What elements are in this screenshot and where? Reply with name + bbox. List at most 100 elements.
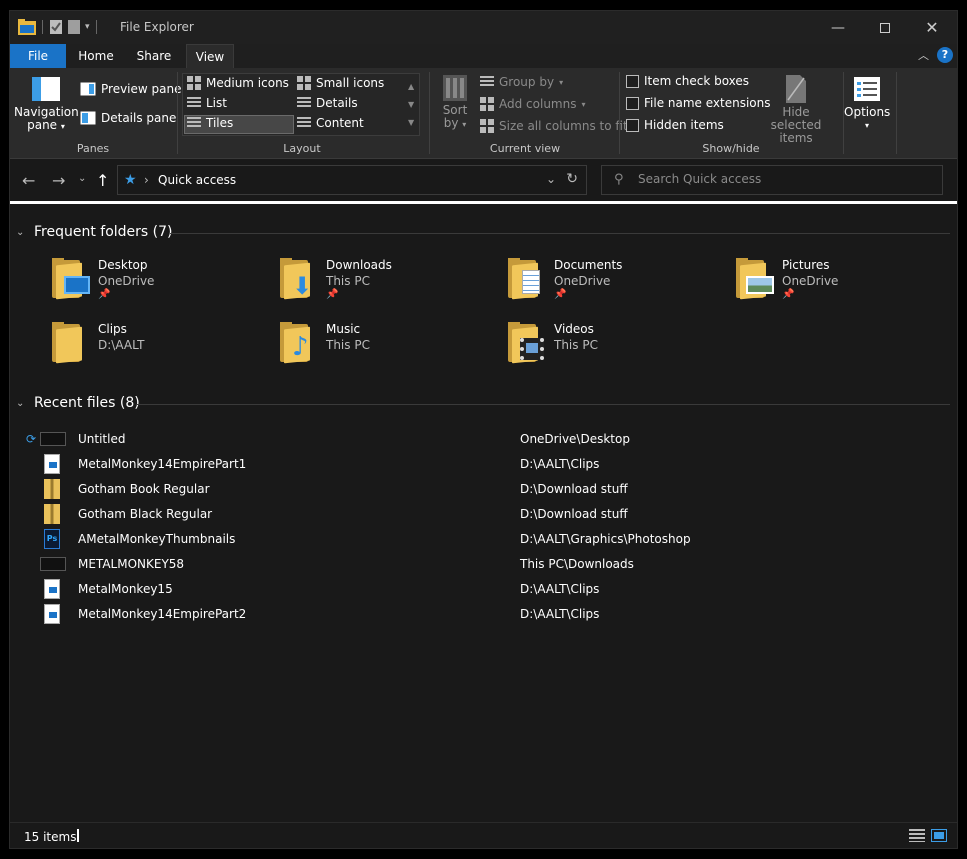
file-name-extensions-toggle[interactable]: File name extensions (626, 96, 771, 110)
folder-tile-clips[interactable]: Clips D:\AALT (52, 320, 272, 376)
status-bar: 15 items (10, 822, 957, 848)
breadcrumb-chevron-icon[interactable]: › (144, 173, 149, 187)
layout-tiles[interactable]: Tiles (187, 116, 233, 130)
group-by-button[interactable]: Group by ▾ (480, 75, 563, 89)
tab-home[interactable]: Home (70, 44, 122, 68)
properties-icon[interactable] (49, 19, 63, 35)
item-check-boxes-toggle[interactable]: Item check boxes (626, 74, 749, 88)
layout-content[interactable]: Content (297, 116, 364, 130)
details-view-icon[interactable] (909, 829, 925, 842)
details-pane-label: Details pane (101, 111, 177, 125)
folder-app-icon (18, 19, 36, 35)
address-dropdown-chevron-icon[interactable]: ⌄ (546, 172, 556, 186)
layout-list[interactable]: List (187, 96, 227, 110)
up-arrow-icon[interactable]: ↑ (96, 171, 109, 190)
file-explorer-window: ▾ File Explorer — ✕ File Home Share View… (9, 10, 958, 849)
file-name-extensions-checkbox[interactable] (626, 96, 639, 110)
layout-option-label: List (206, 96, 227, 110)
recent-file-row[interactable]: ⟳ Untitled OneDrive\Desktop (24, 427, 944, 452)
hidden-items-checkbox[interactable] (626, 118, 639, 132)
layout-option-label: Small icons (316, 76, 385, 90)
close-button[interactable]: ✕ (909, 11, 955, 44)
folder-tile-music[interactable]: ♪ Music This PC (280, 320, 500, 376)
frequent-folders-title: Frequent folders (7) (34, 224, 173, 240)
add-columns-button[interactable]: Add columns ▾ (480, 97, 586, 111)
item-count: 15 items (24, 830, 77, 844)
refresh-icon[interactable]: ↻ (566, 171, 578, 187)
scroll-down-icon[interactable]: ▼ (408, 96, 414, 114)
minimize-button[interactable]: — (815, 11, 861, 44)
new-folder-icon[interactable] (67, 19, 81, 35)
item-check-boxes-checkbox[interactable] (626, 74, 639, 88)
hide-selected-items-button[interactable]: Hide selected items (758, 74, 834, 145)
preview-pane-icon (80, 82, 96, 96)
tab-share[interactable]: Share (126, 44, 182, 68)
folder-tile-documents[interactable]: Documents OneDrive 📌 (508, 256, 728, 312)
back-arrow-icon[interactable]: ← (22, 171, 35, 190)
layout-gallery-scroll[interactable]: ▲ ▼ ▼ (408, 78, 414, 132)
section-divider (170, 233, 950, 234)
folder-location: This PC (326, 274, 370, 288)
recent-file-row[interactable]: MetalMonkey15 D:\AALT\Clips (24, 577, 944, 602)
scroll-up-icon[interactable]: ▲ (408, 78, 414, 96)
folder-tile-pictures[interactable]: Pictures OneDrive 📌 (736, 256, 956, 312)
recent-file-row[interactable]: METALMONKEY58 This PC\Downloads (24, 552, 944, 577)
recent-locations-chevron-icon[interactable]: ⌄ (78, 173, 86, 184)
options-button[interactable]: Options ▾ (844, 76, 890, 132)
customize-qat-chevron-icon[interactable]: ▾ (85, 22, 90, 32)
main-content: ⌄ Frequent folders (7) Desktop OneDrive … (10, 204, 957, 822)
sort-by-label-2: by (443, 116, 459, 130)
medium-icons-icon (187, 76, 201, 90)
video-thumbnail-icon (40, 432, 66, 446)
tab-file[interactable]: File (10, 44, 66, 68)
recent-file-row[interactable]: Gotham Black Regular D:\Download stuff (24, 502, 944, 527)
file-location: D:\AALT\Clips (520, 457, 600, 471)
zip-file-icon (44, 504, 60, 524)
file-location: D:\AALT\Clips (520, 607, 600, 621)
layout-details[interactable]: Details (297, 96, 358, 110)
folder-tile-downloads[interactable]: ⬇ Downloads This PC 📌 (280, 256, 500, 312)
recent-file-row[interactable]: MetalMonkey14EmpirePart1 D:\AALT\Clips (24, 452, 944, 477)
forward-arrow-icon[interactable]: → (52, 171, 65, 190)
file-location: D:\AALT\Graphics\Photoshop (520, 532, 691, 546)
search-box[interactable]: ⚲ (601, 165, 943, 195)
content-icon (297, 117, 311, 129)
ribbon-controls: ︿ ? (918, 47, 953, 63)
size-all-columns-button[interactable]: Size all columns to fit (480, 119, 628, 133)
group-by-icon (480, 76, 494, 88)
hidden-items-toggle[interactable]: Hidden items (626, 118, 724, 132)
large-icons-view-icon[interactable] (931, 829, 947, 842)
recent-files-header[interactable]: ⌄ Recent files (8) (16, 395, 140, 411)
collapse-chevron-icon[interactable]: ⌄ (16, 227, 26, 238)
collapse-chevron-icon[interactable]: ⌄ (16, 398, 26, 409)
frequent-folders-header[interactable]: ⌄ Frequent folders (7) (16, 224, 173, 240)
folder-tile-desktop[interactable]: Desktop OneDrive 📌 (52, 256, 272, 312)
qat-separator-2 (95, 20, 97, 34)
help-icon[interactable]: ? (937, 47, 953, 63)
size-columns-label: Size all columns to fit (499, 119, 628, 133)
folder-name: Videos (554, 322, 594, 336)
tab-view[interactable]: View (186, 44, 234, 68)
navigation-pane-button[interactable]: Navigation pane ▾ (14, 76, 79, 133)
hidden-items-label: Hidden items (644, 118, 724, 132)
preview-pane-button[interactable]: Preview pane (80, 82, 181, 96)
folder-tile-videos[interactable]: Videos This PC (508, 320, 728, 376)
file-name: AMetalMonkeyThumbnails (78, 532, 236, 546)
search-input[interactable] (638, 172, 928, 186)
recent-file-row[interactable]: MetalMonkey14EmpirePart2 D:\AALT\Clips (24, 602, 944, 627)
recent-file-row[interactable]: Gotham Book Regular D:\Download stuff (24, 477, 944, 502)
sort-by-button[interactable]: Sort by ▾ (434, 74, 476, 131)
layout-medium-icons[interactable]: Medium icons (187, 76, 289, 90)
layout-option-label: Details (316, 96, 358, 110)
address-bar[interactable]: ★ › Quick access ⌄ ↻ (117, 165, 587, 195)
details-pane-button[interactable]: Details pane (80, 111, 176, 125)
breadcrumb-quick-access[interactable]: Quick access (158, 173, 236, 187)
maximize-button[interactable] (862, 11, 908, 44)
gallery-expand-icon[interactable]: ▼ (408, 114, 414, 132)
folder-location: OneDrive (554, 274, 611, 288)
recent-file-row[interactable]: Ps AMetalMonkeyThumbnails D:\AALT\Graphi… (24, 527, 944, 552)
collapse-ribbon-chevron-icon[interactable]: ︿ (918, 47, 929, 63)
video-file-icon (44, 579, 60, 599)
maximize-icon (880, 22, 890, 33)
layout-small-icons[interactable]: Small icons (297, 76, 384, 90)
